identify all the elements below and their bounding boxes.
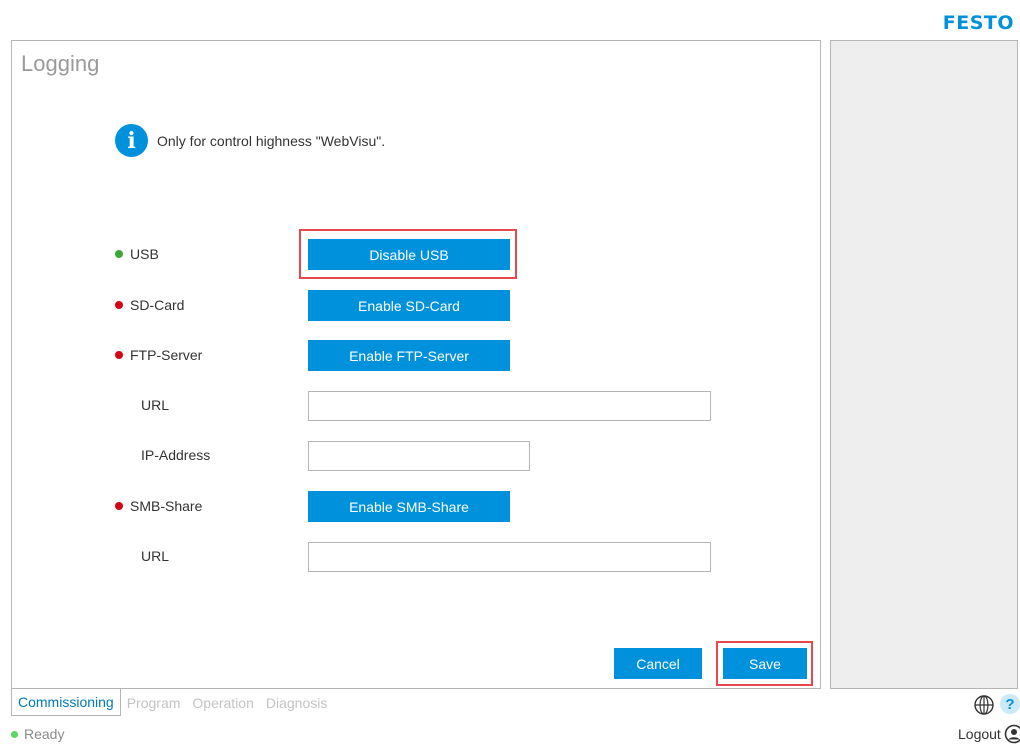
status-text: Ready xyxy=(24,726,65,742)
side-panel xyxy=(830,40,1018,689)
info-message: Only for control highness "WebVisu". xyxy=(157,133,386,149)
ftp-status-dot xyxy=(115,351,123,359)
cancel-button[interactable]: Cancel xyxy=(614,648,702,679)
enable-ftp-button[interactable]: Enable FTP-Server xyxy=(308,340,510,371)
sdcard-status-dot xyxy=(115,301,123,309)
smb-status-dot xyxy=(115,502,123,510)
enable-sdcard-button[interactable]: Enable SD-Card xyxy=(308,290,510,321)
info-icon: i xyxy=(115,124,148,157)
tab-program[interactable]: Program xyxy=(121,690,187,716)
ftp-url-input[interactable] xyxy=(308,391,711,421)
tab-diagnosis[interactable]: Diagnosis xyxy=(260,690,333,716)
help-icon[interactable]: ? xyxy=(1000,694,1020,714)
usb-status-dot xyxy=(115,250,123,258)
logout-button[interactable]: Logout xyxy=(958,724,1020,744)
status-bar: Ready xyxy=(11,726,64,742)
usb-row-label: USB xyxy=(115,246,159,262)
sdcard-row-label: SD-Card xyxy=(115,297,184,313)
status-dot xyxy=(11,730,18,738)
disable-usb-button[interactable]: Disable USB xyxy=(308,239,510,270)
smb-url-input[interactable] xyxy=(308,542,711,572)
usb-label: USB xyxy=(130,246,159,262)
page-title: Logging xyxy=(21,51,100,76)
smb-url-label: URL xyxy=(141,548,170,564)
enable-smb-button[interactable]: Enable SMB-Share xyxy=(308,491,510,522)
globe-icon[interactable] xyxy=(973,694,995,716)
ftp-url-label: URL xyxy=(141,397,170,413)
ftp-row-label: FTP-Server xyxy=(115,347,202,363)
smb-label: SMB-Share xyxy=(130,498,203,514)
bottom-tabs: Commissioning Program Operation Diagnosi… xyxy=(11,689,333,716)
ftp-ip-label: IP-Address xyxy=(141,447,211,463)
festo-logo: FESTO xyxy=(942,12,1014,34)
logout-label: Logout xyxy=(958,726,1001,742)
tab-commissioning[interactable]: Commissioning xyxy=(11,689,121,716)
smb-row-label: SMB-Share xyxy=(115,498,202,514)
ftp-ip-input[interactable] xyxy=(308,441,530,471)
user-icon xyxy=(1004,724,1020,744)
ftp-label: FTP-Server xyxy=(130,347,203,363)
tab-operation[interactable]: Operation xyxy=(186,690,259,716)
sdcard-label: SD-Card xyxy=(130,297,185,313)
save-button[interactable]: Save xyxy=(723,648,807,679)
